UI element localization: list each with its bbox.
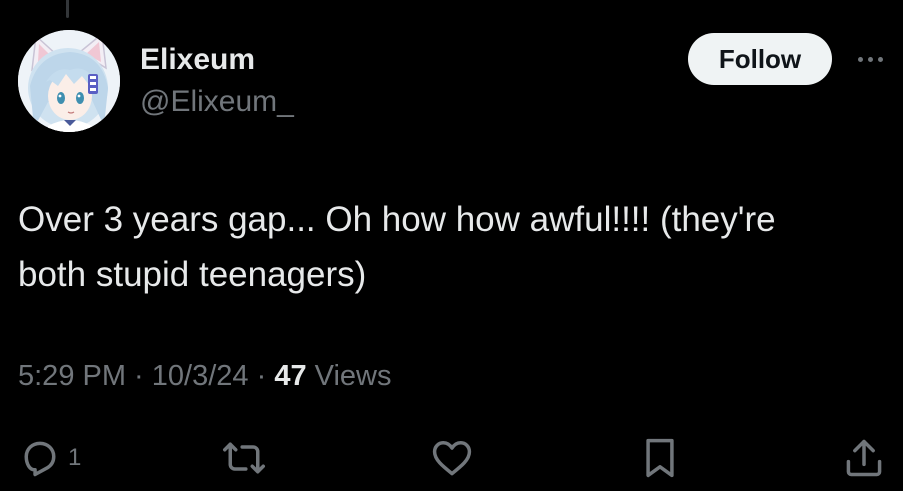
tweet-date[interactable]: 10/3/24 xyxy=(152,356,249,396)
more-dot xyxy=(877,56,883,62)
bookmark-button[interactable] xyxy=(638,430,682,486)
meta-separator: · xyxy=(126,360,152,392)
tweet-actions: 1 xyxy=(0,430,903,486)
bookmark-icon xyxy=(646,438,674,478)
tweet-meta: 5:29 PM · 10/3/24 · 47 Views xyxy=(18,356,391,396)
reply-icon xyxy=(24,441,56,477)
views-label: Views xyxy=(306,360,392,392)
avatar-image xyxy=(18,30,120,132)
reply-button[interactable]: 1 xyxy=(18,430,81,486)
like-icon xyxy=(432,441,472,476)
tweet-text: Over 3 years gap... Oh how how awful!!!!… xyxy=(18,200,776,294)
retweet-button[interactable] xyxy=(222,430,266,486)
reply-count: 1 xyxy=(68,444,82,471)
author-handle[interactable]: @Elixeum_ xyxy=(140,84,294,120)
more-dot xyxy=(867,56,873,62)
views-count: 47 xyxy=(274,360,307,392)
avatar[interactable] xyxy=(18,30,120,132)
retweet-icon xyxy=(223,442,265,474)
author-display-name[interactable]: Elixeum xyxy=(140,42,255,78)
share-button[interactable] xyxy=(842,430,886,486)
tweet-time[interactable]: 5:29 PM xyxy=(18,356,126,396)
more-options-icon[interactable] xyxy=(848,44,892,74)
meta-separator: · xyxy=(248,360,275,392)
like-button[interactable] xyxy=(430,430,474,486)
more-dot xyxy=(857,56,863,62)
thread-line xyxy=(66,0,69,18)
follow-button[interactable]: Follow xyxy=(688,33,832,85)
share-icon xyxy=(846,439,882,477)
